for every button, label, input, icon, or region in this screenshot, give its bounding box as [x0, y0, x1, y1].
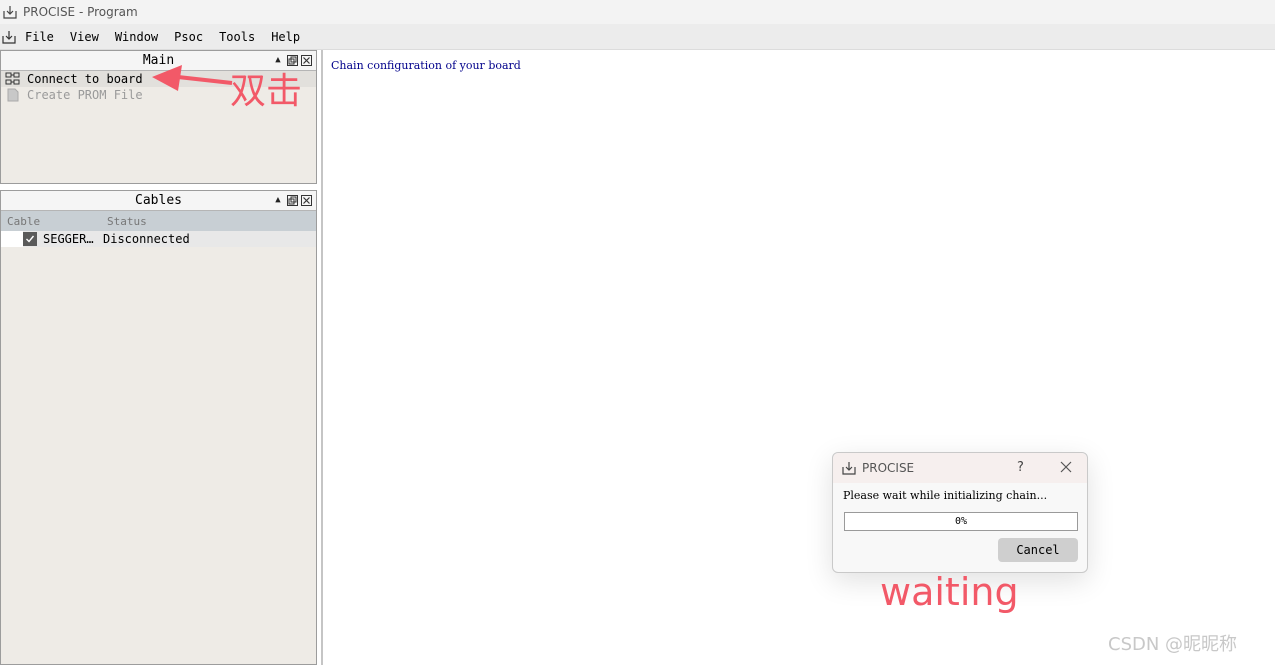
row-gutter	[1, 231, 23, 247]
column-header-cable[interactable]: Cable	[1, 215, 101, 228]
cables-panel-controls: ▲	[272, 194, 312, 206]
watermark: CSDN @昵昵称	[1108, 634, 1238, 655]
window-titlebar: PROCISE - Program	[0, 0, 1275, 24]
annotation-double-click: 双击	[230, 71, 303, 112]
menu-window[interactable]: Window	[107, 30, 166, 44]
content-area: Chain configuration of your board	[323, 50, 1275, 665]
menu-help[interactable]: Help	[263, 30, 308, 44]
help-button[interactable]: ?	[1017, 460, 1024, 475]
cables-panel-header: Cables ▲	[1, 191, 316, 211]
chain-configuration-heading: Chain configuration of your board	[331, 59, 521, 72]
cable-status: Disconnected	[103, 232, 190, 246]
dialog-title: PROCISE	[862, 461, 915, 475]
cable-checkbox[interactable]	[23, 232, 37, 246]
menu-file[interactable]: File	[17, 30, 62, 44]
app-download-icon	[2, 4, 18, 20]
main-item-label: Connect to board	[27, 72, 143, 86]
cables-panel-title: Cables	[135, 193, 182, 208]
cable-name: SEGGER…	[43, 232, 94, 246]
window-title: PROCISE - Program	[23, 5, 138, 19]
collapse-up-icon[interactable]: ▲	[272, 194, 284, 206]
dialog-app-icon	[841, 460, 857, 476]
document-icon	[5, 88, 20, 102]
menu-view[interactable]: View	[62, 30, 107, 44]
column-header-status[interactable]: Status	[101, 215, 147, 228]
progress-label: 0%	[954, 516, 968, 527]
close-panel-icon[interactable]	[301, 194, 312, 206]
dialog-message: Please wait while initializing chain...	[843, 489, 1048, 502]
close-panel-icon[interactable]	[301, 54, 312, 66]
menu-tools[interactable]: Tools	[211, 30, 263, 44]
cancel-button[interactable]: Cancel	[998, 538, 1078, 562]
cables-column-headers: Cable Status	[1, 211, 316, 231]
annotation-arrow-icon	[152, 65, 233, 91]
left-pane: Main ▲ Connect to board Create PROM File	[0, 50, 322, 665]
dialog-titlebar: PROCISE ?	[833, 453, 1087, 483]
annotation-waiting: waiting	[880, 570, 1019, 614]
close-icon[interactable]	[1059, 460, 1073, 474]
main-item-label: Create PROM File	[27, 88, 143, 102]
cables-panel: Cables ▲ Cable Status SEGGER… Disconnect…	[0, 190, 317, 665]
table-row[interactable]: SEGGER… Disconnected	[1, 231, 316, 247]
float-panel-icon[interactable]	[287, 194, 298, 206]
progress-bar: 0%	[844, 512, 1078, 531]
menu-app-icon[interactable]	[1, 29, 17, 45]
board-icon	[5, 72, 20, 86]
progress-dialog: PROCISE ? Please wait while initializing…	[832, 452, 1088, 573]
menu-psoc[interactable]: Psoc	[166, 30, 211, 44]
menubar: File View Window Psoc Tools Help	[0, 24, 1275, 50]
